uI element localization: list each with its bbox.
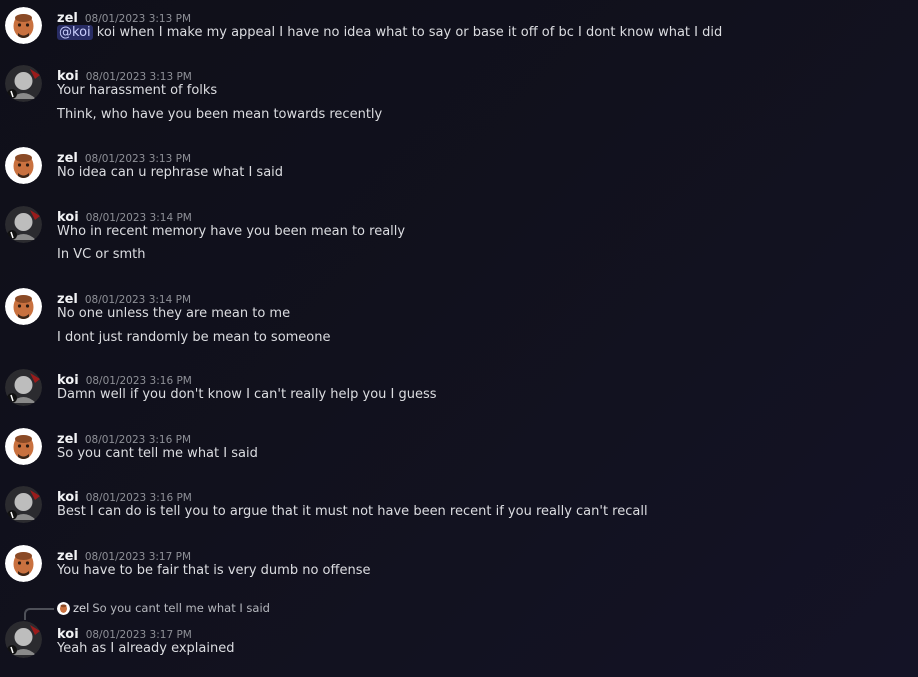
timestamp: 08/01/2023 3:17 PM xyxy=(85,629,192,641)
avatar-koi-image xyxy=(5,65,42,102)
message-header: zel 08/01/2023 3:14 PM xyxy=(57,288,192,307)
avatar-zel[interactable] xyxy=(5,288,42,325)
timestamp: 08/01/2023 3:14 PM xyxy=(85,212,192,224)
avatar-zel-image xyxy=(5,288,42,325)
avatar-zel xyxy=(57,601,70,615)
author-name[interactable]: zel xyxy=(57,292,78,307)
avatar-zel-image xyxy=(5,428,42,465)
message-text: Who in recent memory have you been mean … xyxy=(57,224,406,239)
message-header: zel 08/01/2023 3:16 PM xyxy=(57,428,192,447)
author-name[interactable]: koi xyxy=(57,69,79,84)
user-mention[interactable]: @koi xyxy=(57,25,93,40)
avatar-zel-image xyxy=(5,147,42,184)
message-text: Damn well if you don't know I can't real… xyxy=(57,387,437,402)
avatar-koi[interactable] xyxy=(5,486,42,523)
message-content: @koi koi when I make my appeal I have no… xyxy=(57,25,722,40)
message-text: Your harassment of folks xyxy=(57,83,218,98)
message-text: Best I can do is tell you to argue that … xyxy=(57,504,648,519)
reply-reference[interactable]: zel So you cant tell me what I said xyxy=(57,601,270,615)
message-text: Yeah as I already explained xyxy=(57,641,235,656)
avatar-koi-image xyxy=(5,369,42,406)
reply-spine xyxy=(24,608,54,620)
message-header: zel 08/01/2023 3:13 PM xyxy=(57,7,192,26)
avatar-zel[interactable] xyxy=(5,545,42,582)
message-text: So you cant tell me what I said xyxy=(57,446,258,461)
avatar-zel-image xyxy=(5,7,42,44)
reply-author[interactable]: zel xyxy=(73,601,89,615)
message-text: In VC or smth xyxy=(57,247,146,262)
avatar-koi[interactable] xyxy=(5,369,42,406)
message-header: koi 08/01/2023 3:16 PM xyxy=(57,369,192,388)
avatar-zel[interactable] xyxy=(5,428,42,465)
author-name[interactable]: zel xyxy=(57,151,78,166)
avatar-zel[interactable] xyxy=(5,147,42,184)
message-text: You have to be fair that is very dumb no… xyxy=(57,563,371,578)
reply-text: So you cant tell me what I said xyxy=(92,601,270,615)
author-name[interactable]: koi xyxy=(57,490,79,505)
message-header: koi 08/01/2023 3:13 PM xyxy=(57,65,192,84)
author-name[interactable]: koi xyxy=(57,373,79,388)
message-text: koi when I make my appeal I have no idea… xyxy=(96,25,723,40)
avatar-zel-image xyxy=(57,601,70,615)
message-text: No idea can u rephrase what I said xyxy=(57,165,284,180)
avatar-zel-image xyxy=(5,545,42,582)
avatar-zel[interactable] xyxy=(5,7,42,44)
message-header: koi 08/01/2023 3:16 PM xyxy=(57,486,192,505)
timestamp: 08/01/2023 3:16 PM xyxy=(84,434,192,446)
timestamp: 08/01/2023 3:13 PM xyxy=(84,153,192,165)
author-name[interactable]: zel xyxy=(57,432,78,447)
avatar-koi[interactable] xyxy=(5,621,42,658)
avatar-koi-image xyxy=(5,621,42,658)
message-header: zel 08/01/2023 3:17 PM xyxy=(57,545,192,564)
message-header: koi 08/01/2023 3:17 PM xyxy=(57,623,192,642)
timestamp: 08/01/2023 3:13 PM xyxy=(84,13,192,25)
avatar-koi-image xyxy=(5,206,42,243)
message-text: I dont just randomly be mean to someone xyxy=(57,330,331,345)
message-text: Think, who have you been mean towards re… xyxy=(57,107,383,122)
timestamp: 08/01/2023 3:14 PM xyxy=(84,294,192,306)
avatar-koi[interactable] xyxy=(5,65,42,102)
avatar-koi[interactable] xyxy=(5,206,42,243)
author-name[interactable]: koi xyxy=(57,627,79,642)
timestamp: 08/01/2023 3:16 PM xyxy=(85,375,192,387)
message-header: zel 08/01/2023 3:13 PM xyxy=(57,147,192,166)
author-name[interactable]: koi xyxy=(57,210,79,225)
author-name[interactable]: zel xyxy=(57,549,78,564)
timestamp: 08/01/2023 3:17 PM xyxy=(84,551,192,563)
timestamp: 08/01/2023 3:13 PM xyxy=(85,71,192,83)
author-name[interactable]: zel xyxy=(57,11,78,26)
message-text: No one unless they are mean to me xyxy=(57,306,291,321)
avatar-koi-image xyxy=(5,486,42,523)
message-header: koi 08/01/2023 3:14 PM xyxy=(57,206,192,225)
timestamp: 08/01/2023 3:16 PM xyxy=(85,492,192,504)
